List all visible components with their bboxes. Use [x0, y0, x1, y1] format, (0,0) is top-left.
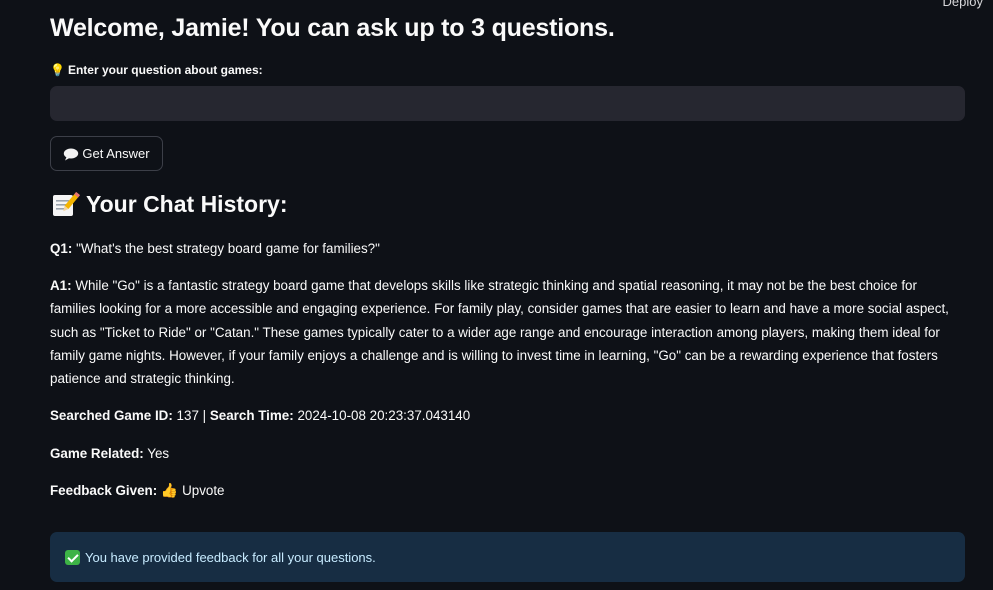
- question-text: "What's the best strategy board game for…: [76, 241, 380, 256]
- game-id-value: 137: [176, 408, 199, 423]
- question-line: Q1: "What's the best strategy board game…: [50, 237, 380, 260]
- question-input-label-text: Enter your question about games:: [67, 63, 263, 77]
- memo-icon: [50, 190, 80, 218]
- chat-history-heading: Your Chat History:: [50, 190, 287, 218]
- question-input[interactable]: [50, 86, 965, 121]
- lightbulb-icon: 💡: [50, 63, 65, 77]
- check-icon: [65, 549, 80, 565]
- speech-bubble-icon: [63, 148, 79, 160]
- feedback-complete-alert: You have provided feedback for all your …: [50, 532, 965, 582]
- get-answer-label: Get Answer: [82, 146, 150, 161]
- answer-block: A1: While "Go" is a fantastic strategy b…: [50, 274, 965, 390]
- game-id-label: Searched Game ID:: [50, 408, 173, 423]
- chat-history-title: Your Chat History:: [86, 190, 288, 217]
- thumbs-up-icon: 👍: [160, 482, 179, 498]
- answer-text: While "Go" is a fantastic strategy board…: [50, 278, 949, 387]
- question-input-label: 💡 Enter your question about games:: [50, 63, 263, 77]
- answer-label: A1:: [50, 278, 72, 293]
- search-meta-line: Searched Game ID: 137 | Search Time: 202…: [50, 404, 470, 427]
- game-related-value: Yes: [147, 446, 170, 461]
- meta-separator: |: [202, 408, 207, 423]
- app-root: Deploy Welcome, Jamie! You can ask up to…: [0, 0, 993, 590]
- page-title: Welcome, Jamie! You can ask up to 3 ques…: [50, 14, 615, 42]
- question-label: Q1:: [50, 241, 73, 256]
- deploy-button[interactable]: Deploy: [943, 0, 983, 9]
- feedback-label: Feedback Given:: [50, 483, 158, 498]
- get-answer-button[interactable]: Get Answer: [50, 136, 163, 171]
- alert-message: You have provided feedback for all your …: [85, 549, 376, 565]
- search-time-value: 2024-10-08 20:23:37.043140: [297, 408, 471, 423]
- search-time-label: Search Time:: [209, 408, 294, 423]
- game-related-line: Game Related: Yes: [50, 442, 169, 465]
- feedback-line: Feedback Given: 👍 Upvote: [50, 479, 225, 502]
- feedback-value: Upvote: [182, 483, 225, 498]
- game-related-label: Game Related:: [50, 446, 144, 461]
